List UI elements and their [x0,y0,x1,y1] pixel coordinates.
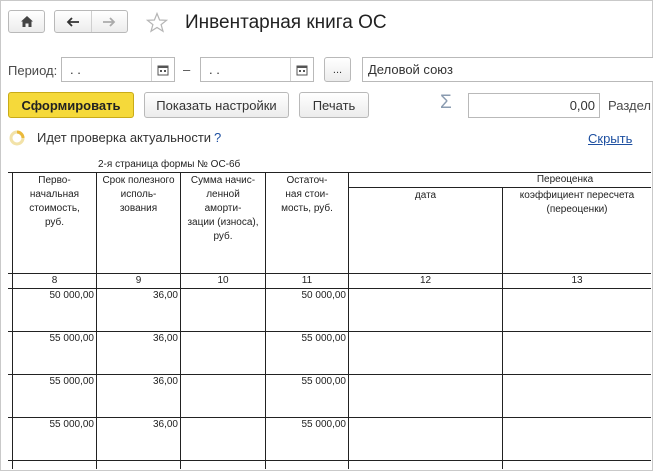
col-line [265,172,266,469]
header-useful-life: Срок полезного исполь- зования [102,175,175,214]
arrow-right-icon [103,16,116,27]
header-residual-cost: Остаточ- ная стои- мость, руб. [281,175,333,214]
col-number: 13 [571,275,583,286]
hide-link[interactable]: Скрыть [588,131,632,146]
revaluation-divider [348,187,651,188]
cell-initial-cost: 50 000,00 [49,290,95,301]
cell-useful-life: 36,00 [152,419,178,430]
cell-useful-life: 36,00 [152,376,178,387]
cell-residual-cost: 55 000,00 [301,376,347,387]
date-from-value: . . [70,62,81,77]
sum-value: 0,00 [569,98,595,113]
header-initial-cost: Перво- начальная стоимость, руб. [29,175,80,228]
organization-field[interactable]: Деловой союз [362,57,653,82]
section-label: Раздел [608,98,651,113]
col-number: 11 [301,275,313,286]
forward-button[interactable] [92,11,128,32]
arrow-left-icon [66,16,79,27]
row-divider [8,460,651,461]
calendar-icon [157,65,169,75]
cell-residual-cost: 50 000,00 [301,290,347,301]
cell-initial-cost: 55 000,00 [49,333,95,344]
date-from-calendar-button[interactable] [151,58,174,81]
period-label: Период: [8,63,58,78]
col-number: 9 [135,275,142,286]
header-coefficient: коэффициент пересчета (переоценки) [519,190,635,215]
col-line [348,172,349,469]
date-from-field[interactable]: . . [61,57,175,82]
home-icon [20,16,33,27]
report-document: 2-я страница формы № ОС-6б Перво- началь… [8,157,651,469]
window-title: Инвентарная книга ОС [185,12,387,33]
sum-icon: Σ [440,92,452,113]
header-revaluation: Переоценка [536,174,594,185]
sum-field: 0,00 [468,93,600,118]
nav-button-group [54,10,128,33]
date-to-value: . . [209,62,220,77]
row-divider [8,417,651,418]
col-line [502,187,503,469]
col-number: 10 [217,275,229,286]
organization-value: Деловой союз [368,62,454,77]
cell-useful-life: 36,00 [152,290,178,301]
header-depreciation: Сумма начис- ленной аморти- зации (износ… [187,175,259,242]
show-settings-button[interactable]: Показать настройки [144,92,289,118]
col-number: 8 [51,275,58,286]
col-line [96,172,97,469]
header-date: дата [414,190,437,201]
calendar-icon [296,65,308,75]
favorite-star-icon[interactable] [146,12,168,33]
help-link[interactable]: ? [214,130,221,145]
date-to-field[interactable]: . . [200,57,314,82]
home-button[interactable] [8,10,45,33]
period-select-button[interactable]: ... [324,57,351,82]
back-button[interactable] [55,11,92,32]
row-divider [8,374,651,375]
print-button[interactable]: Печать [299,92,369,118]
col-number: 12 [419,275,432,286]
col-numbers-bottom-border [8,288,651,289]
loading-spinner-icon [9,130,25,146]
cell-residual-cost: 55 000,00 [301,419,347,430]
cell-initial-cost: 55 000,00 [49,419,95,430]
form-page-title: 2-я страница формы № ОС-6б [98,159,241,170]
row-divider [8,331,651,332]
generate-button[interactable]: Сформировать [8,92,134,118]
status-text: Идет проверка актуальности [37,130,212,145]
date-to-calendar-button[interactable] [290,58,313,81]
cell-initial-cost: 55 000,00 [49,376,95,387]
cell-residual-cost: 55 000,00 [301,333,347,344]
cell-useful-life: 36,00 [152,333,178,344]
date-range-dash: – [183,62,191,77]
